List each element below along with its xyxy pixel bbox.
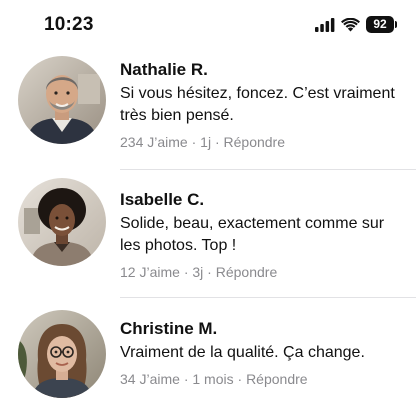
wifi-icon	[341, 17, 360, 31]
comment-item: Nathalie R. Si vous hésitez, foncez. C’e…	[0, 50, 416, 170]
comment-item: Christine M. Vraiment de la qualité. Ça …	[0, 298, 416, 416]
comment-text: Solide, beau, exactement comme sur les p…	[120, 215, 385, 254]
comment-time: 1 mois	[192, 371, 234, 387]
reply-button[interactable]: Répondre	[224, 134, 286, 150]
comment-text: Si vous hésitez, foncez. C’est vraiment …	[120, 85, 395, 124]
status-bar: 10:23 92	[0, 0, 416, 50]
comment-meta: 12 J’aime · 3j · Répondre	[120, 263, 398, 281]
avatar-photo	[18, 56, 106, 144]
avatar-photo	[18, 310, 106, 398]
comment-body: Nathalie R. Si vous hésitez, foncez. C’e…	[120, 59, 398, 151]
comment-time: 3j	[192, 264, 204, 280]
comment-author[interactable]: Christine M.	[120, 318, 398, 340]
reply-button[interactable]: Répondre	[246, 371, 308, 387]
comment-body: Isabelle C. Solide, beau, exactement com…	[120, 189, 398, 281]
comment-item: Isabelle C. Solide, beau, exactement com…	[0, 170, 416, 298]
meta-separator: ·	[207, 264, 212, 280]
comment-list: Nathalie R. Si vous hésitez, foncez. C’e…	[0, 50, 416, 416]
comment-body: Christine M. Vraiment de la qualité. Ça …	[120, 318, 398, 388]
status-time: 10:23	[44, 14, 94, 35]
like-count[interactable]: 12 J’aime	[120, 264, 180, 280]
battery-icon: 92	[366, 16, 397, 33]
meta-separator: ·	[237, 371, 243, 387]
like-count[interactable]: 34 J’aime	[120, 371, 180, 387]
battery-level: 92	[373, 17, 387, 31]
meta-separator: ·	[183, 371, 189, 387]
meta-separator: ·	[183, 264, 189, 280]
cellular-signal-icon	[315, 17, 335, 32]
avatar[interactable]	[18, 56, 106, 144]
meta-separator: ·	[191, 134, 197, 150]
comment-meta: 234 J’aime · 1j · Répondre	[120, 133, 398, 151]
avatar[interactable]	[18, 178, 106, 266]
like-count[interactable]: 234 J’aime	[120, 134, 188, 150]
comment-text: Vraiment de la qualité. Ça change.	[120, 344, 365, 361]
comment-author[interactable]: Isabelle C.	[120, 189, 398, 211]
comment-meta: 34 J’aime · 1 mois · Répondre	[120, 370, 398, 388]
status-icons: 92	[315, 16, 397, 33]
comments-screen: 10:23 92 Nathalie R. Si vous hésitez, fo…	[0, 0, 416, 416]
comment-time: 1j	[200, 134, 212, 150]
avatar-photo	[18, 178, 106, 266]
avatar[interactable]	[18, 310, 106, 398]
comment-author[interactable]: Nathalie R.	[120, 59, 398, 81]
meta-separator: ·	[214, 134, 220, 150]
reply-button[interactable]: Répondre	[216, 264, 278, 280]
